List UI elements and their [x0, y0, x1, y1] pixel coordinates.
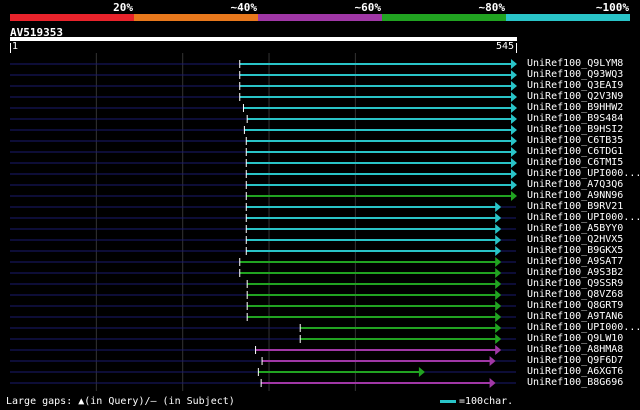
hit-label[interactable]: UniRef100_A9NN96	[527, 190, 639, 201]
hit-arrow	[511, 147, 517, 157]
hit-label[interactable]: UniRef100_A9SAT7	[527, 256, 639, 267]
query-bar	[10, 37, 517, 41]
query-end-tick	[516, 43, 517, 53]
hit-arrow	[495, 202, 502, 212]
hit-label[interactable]: UniRef100_Q3EAI9	[527, 80, 639, 91]
hit-arrow	[511, 191, 517, 201]
hit-arrow	[511, 169, 517, 179]
hit-label[interactable]: UniRef100_A5BYY0	[527, 223, 639, 234]
hit-label[interactable]: UniRef100_Q93WQ3	[527, 69, 639, 80]
hit-label[interactable]: UniRef100_B9S484	[527, 113, 639, 124]
legend-label: ~40%	[230, 1, 258, 14]
hit-label[interactable]: UniRef100_A9TAN6	[527, 311, 639, 322]
legend-label: ~60%	[354, 1, 382, 14]
hit-arrow	[495, 224, 502, 234]
legend-label: ~100%	[595, 1, 629, 14]
hit-arrow	[495, 235, 502, 245]
hit-arrow	[511, 70, 517, 80]
hit-arrow	[418, 367, 425, 377]
scale-label: =100char.	[459, 396, 514, 407]
hit-arrow	[495, 213, 502, 223]
legend-segment	[506, 14, 630, 21]
hit-label[interactable]: UniRef100_Q9LYM8	[527, 58, 639, 69]
hit-label[interactable]: UniRef100_B9RV21	[527, 201, 639, 212]
hit-label[interactable]: UniRef100_UPI000...	[527, 168, 639, 179]
hit-label[interactable]: UniRef100_B9HSI2	[527, 124, 639, 135]
hit-arrow	[495, 257, 502, 267]
hit-arrow	[511, 158, 517, 168]
hit-label[interactable]: UniRef100_UPI000...	[527, 212, 639, 223]
legend-label: 20%	[113, 1, 133, 14]
hit-arrow	[511, 103, 517, 113]
query-end: 545	[496, 41, 515, 52]
hit-arrow	[511, 59, 517, 69]
legend-segment	[382, 14, 506, 21]
hit-arrow	[511, 125, 517, 135]
hit-arrow	[495, 323, 502, 333]
hit-arrow	[511, 114, 517, 124]
hit-label[interactable]: UniRef100_C6TDG1	[527, 146, 639, 157]
legend-segment	[10, 14, 134, 21]
hit-arrow	[495, 312, 502, 322]
hit-label[interactable]: UniRef100_A9S3B2	[527, 267, 639, 278]
legend-label: ~80%	[478, 1, 506, 14]
hit-label[interactable]: UniRef100_A8HMA8	[527, 344, 639, 355]
hit-arrow	[489, 356, 496, 366]
legend-segment	[134, 14, 258, 21]
legend-segment	[258, 14, 382, 21]
hit-label[interactable]: UniRef100_Q2HVX5	[527, 234, 639, 245]
hit-label[interactable]: UniRef100_Q9SSR9	[527, 278, 639, 289]
hit-label[interactable]: UniRef100_A7Q3Q6	[527, 179, 639, 190]
hit-arrow	[495, 290, 502, 300]
hit-arrow	[495, 301, 502, 311]
hit-arrow	[511, 81, 517, 91]
hit-arrow	[495, 279, 502, 289]
hit-label[interactable]: UniRef100_C6TB35	[527, 135, 639, 146]
footer-gap-legend: Large gaps: ▲(in Query)/— (in Subject)	[6, 396, 235, 407]
hit-label[interactable]: UniRef100_Q8GRT9	[527, 300, 639, 311]
hit-label[interactable]: UniRef100_B9GKX5	[527, 245, 639, 256]
hit-arrow	[511, 136, 517, 146]
hit-arrow	[495, 345, 502, 355]
hit-label[interactable]: UniRef100_Q8VZ68	[527, 289, 639, 300]
hit-arrow	[511, 180, 517, 190]
hit-arrow	[511, 92, 517, 102]
alignment-hits	[10, 53, 517, 391]
hit-label[interactable]: UniRef100_Q2V3N9	[527, 91, 639, 102]
scale-bar	[440, 400, 456, 403]
hit-label[interactable]: UniRef100_B8G696	[527, 377, 639, 388]
hit-label[interactable]: UniRef100_B9HHW2	[527, 102, 639, 113]
query-start: 1	[12, 41, 19, 52]
hit-label[interactable]: UniRef100_UPI000...	[527, 322, 639, 333]
hit-label[interactable]: UniRef100_Q9F6D7	[527, 355, 639, 366]
query-start-tick	[10, 43, 11, 53]
hit-label[interactable]: UniRef100_Q9LW10	[527, 333, 639, 344]
hit-label[interactable]: UniRef100_A6XGT6	[527, 366, 639, 377]
hit-arrow	[495, 268, 502, 278]
hit-arrow	[495, 246, 502, 256]
hit-arrow	[495, 334, 502, 344]
hit-arrow	[489, 378, 496, 388]
hit-label[interactable]: UniRef100_C6TMI5	[527, 157, 639, 168]
